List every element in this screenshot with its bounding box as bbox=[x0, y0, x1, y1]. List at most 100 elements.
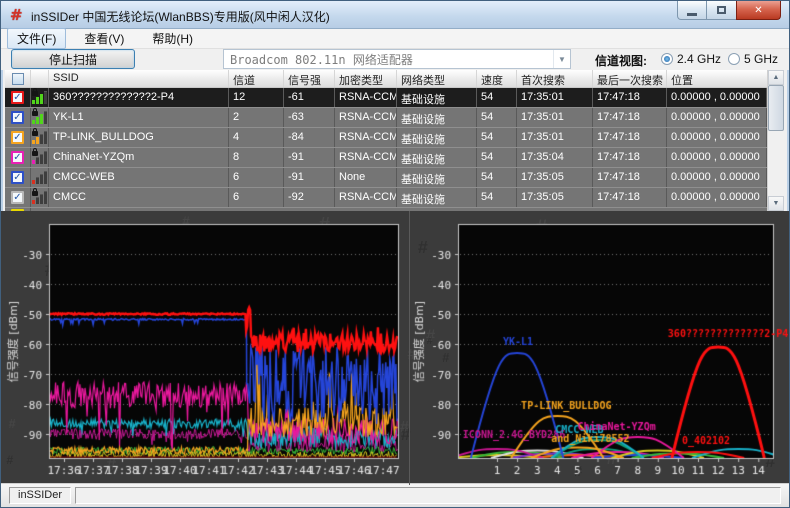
cell-speed: 54 bbox=[477, 88, 517, 107]
table-row[interactable]: ✓TP-LINK_BULLDOG4-84RSNA-CCMP基础设施5417:35… bbox=[5, 128, 767, 148]
cell-security: RSNA-CCMP bbox=[335, 188, 397, 207]
lock-icon bbox=[32, 111, 38, 116]
row-checkbox[interactable]: ✓ bbox=[11, 191, 24, 204]
close-button[interactable]: ✕ bbox=[736, 1, 781, 20]
header-ssid[interactable]: SSID bbox=[49, 70, 229, 87]
cell-last-seen: 17:47:18 bbox=[593, 168, 667, 187]
cell-position: 0.00000 , 0.00000 bbox=[667, 128, 767, 147]
cell-first-seen: 17:35:01 bbox=[517, 88, 593, 107]
cell-security: RSNA-CCMP bbox=[335, 108, 397, 127]
header-icon-col bbox=[31, 70, 49, 87]
cell-rssi: -84 bbox=[284, 128, 335, 147]
app-icon: # bbox=[10, 6, 23, 24]
cell-first-seen: 17:35:05 bbox=[517, 188, 593, 207]
cell-rssi: -61 bbox=[284, 88, 335, 107]
menu-file[interactable]: 文件(F) bbox=[7, 28, 66, 49]
lock-icon bbox=[32, 131, 38, 136]
cell-rssi: -91 bbox=[284, 148, 335, 167]
chevron-down-icon[interactable]: ▼ bbox=[553, 50, 570, 68]
caption-buttons: ✕ bbox=[677, 1, 781, 20]
cell-channel: 12 bbox=[229, 88, 284, 107]
cell-speed: 54 bbox=[477, 188, 517, 207]
scrollbar-track[interactable] bbox=[768, 85, 784, 196]
cell-first-seen: 17:35:05 bbox=[517, 168, 593, 187]
cell-security: RSNA-CCMP bbox=[335, 88, 397, 107]
band-radio-5ghz[interactable]: 5 GHz bbox=[728, 52, 778, 66]
header-speed[interactable]: 速度 bbox=[477, 70, 517, 87]
cell-channel: 4 bbox=[229, 128, 284, 147]
table-row[interactable]: ✓360?????????????2-P412-61RSNA-CCMP基础设施5… bbox=[5, 88, 767, 108]
signal-strength-icon bbox=[31, 148, 49, 167]
cell-last-seen: 17:47:18 bbox=[593, 108, 667, 127]
cell-channel: 8 bbox=[229, 148, 284, 167]
title-bar[interactable]: # inSSIDer 中国无线论坛(WlanBBS)专用版(风中闲人汉化) ✕ bbox=[1, 1, 789, 29]
signal-strength-icon bbox=[31, 128, 49, 147]
cell-speed: 54 bbox=[477, 108, 517, 127]
table-scrollbar[interactable]: ▲ ▼ bbox=[767, 70, 784, 211]
header-first-seen[interactable]: 首次搜索 bbox=[517, 70, 593, 87]
cell-position: 0.00000 , 0.00000 bbox=[667, 88, 767, 107]
table-row[interactable]: ✓ChinaNet-YZQm8-91RSNA-CCMP基础设施5417:35:0… bbox=[5, 148, 767, 168]
toolbar: 停止扫描 Broadcom 802.11n 网络适配器 ▼ 信道视图: 2.4 … bbox=[1, 49, 789, 70]
header-checkbox-icon bbox=[12, 73, 24, 85]
time-graph-canvas bbox=[5, 213, 407, 481]
cell-position: 0.00000 , 0.00000 bbox=[667, 188, 767, 207]
cell-first-seen: 17:35:01 bbox=[517, 128, 593, 147]
row-checkbox[interactable]: ✓ bbox=[11, 131, 24, 144]
radio-dot-icon bbox=[661, 53, 673, 65]
panel-divider bbox=[409, 211, 410, 485]
cell-network-type: 基础设施 bbox=[397, 148, 477, 167]
band-24-label: 2.4 GHz bbox=[677, 52, 721, 66]
table-header-row: SSID 信道 信号强 加密类型 网络类型 速度 首次搜索 最后一次搜索 位置 bbox=[5, 70, 767, 88]
row-checkbox[interactable]: ✓ bbox=[11, 171, 24, 184]
table-row[interactable]: ✓CMCC6-92RSNA-CCMP基础设施5417:35:0517:47:18… bbox=[5, 188, 767, 208]
cell-channel: 6 bbox=[229, 188, 284, 207]
cell-ssid: CMCC bbox=[49, 188, 229, 207]
row-checkbox[interactable]: ✓ bbox=[11, 91, 24, 104]
stop-scan-button[interactable]: 停止扫描 bbox=[11, 49, 135, 69]
adapter-combobox[interactable]: Broadcom 802.11n 网络适配器 ▼ bbox=[223, 49, 571, 69]
table-row[interactable]: ✓CMCC-WEB6-91None基础设施5417:35:0517:47:180… bbox=[5, 168, 767, 188]
menu-bar: 文件(F) 查看(V) 帮助(H) bbox=[1, 29, 789, 49]
minimize-button[interactable] bbox=[677, 1, 707, 20]
scrollbar-thumb[interactable] bbox=[768, 85, 784, 131]
inssider-window: # inSSIDer 中国无线论坛(WlanBBS)专用版(风中闲人汉化) ✕ … bbox=[0, 0, 790, 508]
cell-ssid: ChinaNet-YZQm bbox=[49, 148, 229, 167]
scroll-up-icon[interactable]: ▲ bbox=[768, 70, 784, 85]
header-channel[interactable]: 信道 bbox=[229, 70, 284, 87]
cell-last-seen: 17:47:18 bbox=[593, 148, 667, 167]
signal-strength-icon bbox=[31, 168, 49, 187]
cell-network-type: 基础设施 bbox=[397, 108, 477, 127]
table-row[interactable]: ✓YK-L12-63RSNA-CCMP基础设施5417:35:0117:47:1… bbox=[5, 108, 767, 128]
cell-security: RSNA-CCMP bbox=[335, 148, 397, 167]
header-rssi[interactable]: 信号强 bbox=[284, 70, 335, 87]
header-network-type[interactable]: 网络类型 bbox=[397, 70, 477, 87]
table-body: ✓360?????????????2-P412-61RSNA-CCMP基础设施5… bbox=[5, 88, 767, 208]
header-position[interactable]: 位置 bbox=[667, 70, 767, 87]
lock-icon bbox=[32, 91, 38, 96]
cell-network-type: 基础设施 bbox=[397, 88, 477, 107]
maximize-button[interactable] bbox=[707, 1, 736, 20]
cell-ssid: YK-L1 bbox=[49, 108, 229, 127]
cell-position: 0.00000 , 0.00000 bbox=[667, 108, 767, 127]
cell-position: 0.00000 , 0.00000 bbox=[667, 168, 767, 187]
radio-circle-icon bbox=[728, 53, 740, 65]
cell-rssi: -63 bbox=[284, 108, 335, 127]
menu-view[interactable]: 查看(V) bbox=[74, 28, 134, 49]
select-all-checkbox[interactable] bbox=[5, 70, 31, 87]
row-checkbox[interactable]: ✓ bbox=[11, 151, 24, 164]
lock-icon bbox=[32, 151, 38, 156]
band-radio-24ghz[interactable]: 2.4 GHz bbox=[661, 52, 721, 66]
charts-area: ########################################… bbox=[1, 211, 790, 485]
scroll-down-icon[interactable]: ▼ bbox=[768, 196, 784, 211]
row-checkbox[interactable]: ✓ bbox=[11, 111, 24, 124]
cell-ssid: CMCC-WEB bbox=[49, 168, 229, 187]
header-last-seen[interactable]: 最后一次搜索 bbox=[593, 70, 667, 87]
cell-ssid: TP-LINK_BULLDOG bbox=[49, 128, 229, 147]
cell-rssi: -91 bbox=[284, 168, 335, 187]
cell-security: None bbox=[335, 168, 397, 187]
cell-channel: 2 bbox=[229, 108, 284, 127]
header-security[interactable]: 加密类型 bbox=[335, 70, 397, 87]
menu-help[interactable]: 帮助(H) bbox=[142, 28, 203, 49]
cell-network-type: 基础设施 bbox=[397, 128, 477, 147]
